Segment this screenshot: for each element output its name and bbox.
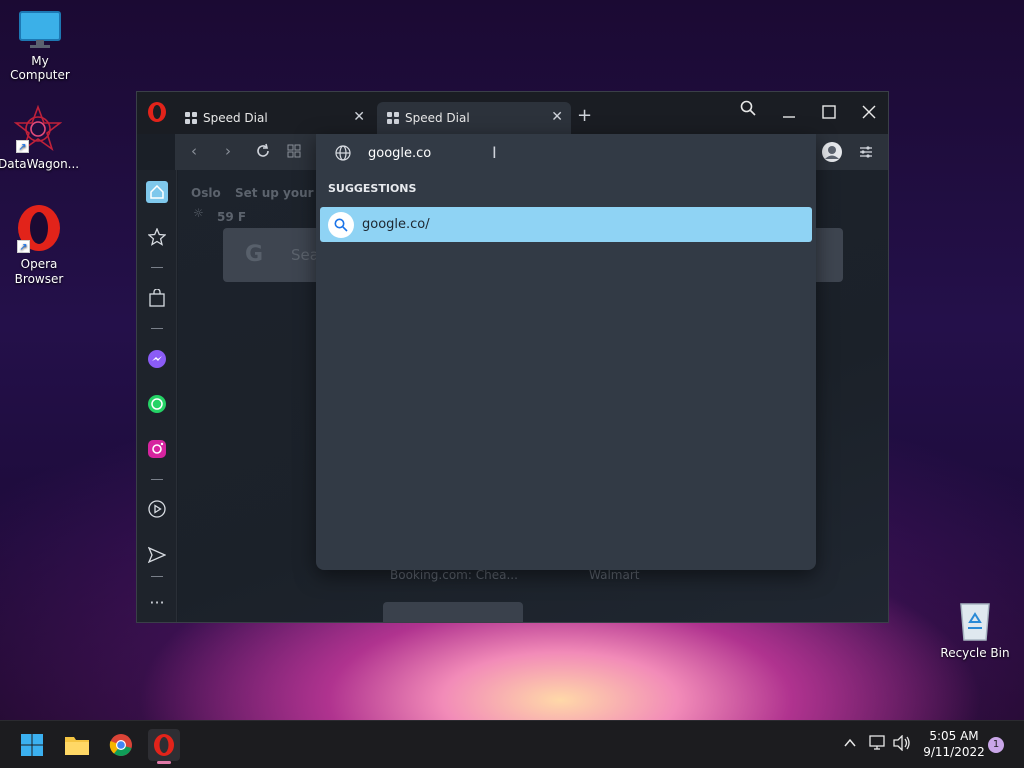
reload-icon[interactable] <box>255 143 271 163</box>
weather-city: Oslo <box>191 186 221 200</box>
desktop-icon-recycle-bin[interactable]: Recycle Bin <box>935 598 1015 660</box>
tab-speed-dial-1[interactable]: Speed Dial ✕ <box>175 102 373 134</box>
clock[interactable]: 5:05 AM 9/11/2022 <box>920 728 988 760</box>
volume-icon[interactable] <box>893 734 911 755</box>
speed-dial-icon <box>387 112 399 124</box>
desktop-icon-my-computer[interactable]: My Computer <box>0 10 80 82</box>
tab-speed-dial-2[interactable]: Speed Dial ✕ <box>377 102 571 134</box>
instagram-icon[interactable] <box>146 438 168 460</box>
maximize-icon[interactable] <box>822 104 836 123</box>
opera-logo-icon: ↗ <box>15 203 63 253</box>
shortcut-arrow-icon: ↗ <box>16 140 29 153</box>
speed-dial-add-tile[interactable] <box>383 602 523 622</box>
shortcut-arrow-icon: ↗ <box>17 240 30 253</box>
search-placeholder: Sea <box>291 246 319 264</box>
close-tab-icon[interactable]: ✕ <box>353 109 365 125</box>
sidebar-divider <box>151 479 163 480</box>
desktop: My Computer ↗ DataWagon... ↗ Opera Brows… <box>0 0 1024 720</box>
google-logo-icon: G <box>245 242 264 267</box>
desktop-icon-label: My Computer <box>10 54 70 82</box>
more-options-icon[interactable]: ··· <box>146 591 168 613</box>
speed-dial-tile-label[interactable]: Walmart <box>589 568 639 582</box>
desktop-icon-label: DataWagon... <box>0 157 80 171</box>
show-hidden-icons[interactable] <box>843 735 857 754</box>
search-tabs-icon[interactable] <box>740 100 756 120</box>
opera-browser-window: Speed Dial ✕ Speed Dial ✕ + ‹ › ··· Oslo… <box>136 91 889 623</box>
close-window-icon[interactable] <box>862 104 876 123</box>
back-icon[interactable]: ‹ <box>191 142 197 160</box>
active-app-indicator <box>157 761 171 764</box>
sidebar-divider <box>151 576 163 577</box>
globe-icon <box>335 145 351 165</box>
notification-count: 1 <box>992 739 1000 750</box>
monitor-icon <box>18 10 62 50</box>
address-suggestions-dropdown: I SUGGESTIONS google.co/ <box>316 134 816 570</box>
close-tab-icon[interactable]: ✕ <box>551 109 563 125</box>
profile-avatar-icon[interactable] <box>821 141 843 167</box>
send-flow-icon[interactable] <box>146 544 168 566</box>
notification-badge[interactable]: 1 <box>988 737 1004 753</box>
network-icon[interactable] <box>869 735 887 755</box>
clock-date: 9/11/2022 <box>923 745 985 759</box>
suggestions-header: SUGGESTIONS <box>328 182 417 195</box>
datawagon-logo-icon: ↗ <box>13 104 63 153</box>
desktop-icon-label: Opera Browser <box>14 257 64 286</box>
new-tab-plus-icon[interactable]: + <box>577 105 592 126</box>
desktop-icon-label: Recycle Bin <box>940 646 1010 660</box>
title-bar: Speed Dial ✕ Speed Dial ✕ + <box>137 92 888 134</box>
address-input[interactable] <box>368 142 668 164</box>
opera-menu-icon[interactable] <box>147 101 167 127</box>
tab-label: Speed Dial <box>405 111 470 125</box>
messenger-icon[interactable] <box>146 348 168 370</box>
forward-icon[interactable]: › <box>225 142 231 160</box>
clock-time: 5:05 AM <box>929 729 979 743</box>
home-icon[interactable] <box>146 181 168 203</box>
whatsapp-icon[interactable] <box>146 393 168 415</box>
taskbar: 5:05 AM 9/11/2022 1 <box>0 720 1024 768</box>
suggestion-item[interactable]: google.co/ <box>320 207 812 242</box>
desktop-icon-datawagon[interactable]: ↗ DataWagon... <box>0 104 80 171</box>
speed-dial-icon <box>185 112 197 124</box>
weather-temperature: 59 F <box>217 210 247 224</box>
start-windows-icon[interactable] <box>16 729 48 761</box>
sidebar: ··· <box>137 170 177 622</box>
file-explorer-icon[interactable] <box>61 729 93 761</box>
shopping-bag-icon[interactable] <box>146 287 168 309</box>
text-cursor-icon: I <box>492 143 497 162</box>
bookmarks-star-icon[interactable] <box>146 226 168 248</box>
sun-icon: ☼ <box>193 206 204 220</box>
speed-dial-tile-label[interactable]: Booking.com: Chea... <box>390 568 518 582</box>
recycle-bin-icon <box>955 598 995 642</box>
tab-label: Speed Dial <box>203 111 268 125</box>
easy-setup-icon[interactable] <box>859 145 873 163</box>
opera-taskbar-icon[interactable] <box>148 729 180 764</box>
setup-city-link[interactable]: Set up your ci <box>235 186 329 200</box>
chrome-icon[interactable] <box>105 729 137 761</box>
search-icon <box>328 211 354 238</box>
sidebar-divider <box>151 328 163 329</box>
tab-grid-icon[interactable] <box>287 144 301 162</box>
suggestion-text: google.co/ <box>362 217 430 232</box>
minimize-icon[interactable] <box>782 104 796 123</box>
player-icon[interactable] <box>146 498 168 520</box>
desktop-icon-opera[interactable]: ↗ Opera Browser <box>0 203 79 287</box>
sidebar-divider <box>151 267 163 268</box>
